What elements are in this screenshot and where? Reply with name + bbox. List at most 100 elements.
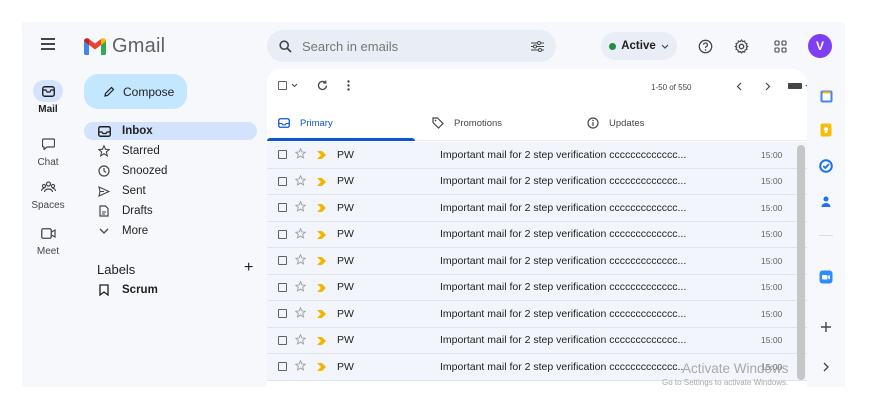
email-subject: Important mail for 2 step verification c… <box>440 175 687 188</box>
tab-updates[interactable]: Updates <box>587 105 644 141</box>
email-sender: PW <box>337 175 354 188</box>
inbox-icon <box>278 118 290 128</box>
important-marker-icon[interactable] <box>317 203 326 215</box>
email-row[interactable]: PW Important mail for 2 step verification… <box>267 168 807 195</box>
apps-grid-icon[interactable] <box>770 36 790 56</box>
search-icon[interactable] <box>279 39 292 53</box>
label-name: Scrum <box>122 284 158 296</box>
email-time: 15:00 <box>761 255 783 266</box>
star-icon[interactable] <box>294 306 307 321</box>
refresh-icon[interactable] <box>317 80 328 91</box>
row-checkbox[interactable] <box>278 309 287 319</box>
calendar-icon[interactable] <box>818 88 834 104</box>
star-icon[interactable] <box>294 333 307 348</box>
scrollbar[interactable] <box>797 145 805 380</box>
label-item-scrum[interactable]: Scrum <box>84 281 257 299</box>
rail-label: Mail <box>38 104 58 115</box>
active-tab-indicator <box>267 138 415 141</box>
email-list: PW Important mail for 2 step verification… <box>267 142 807 381</box>
input-tools-icon[interactable] <box>788 83 807 89</box>
star-icon[interactable] <box>294 280 307 295</box>
gmail-logo[interactable]: Gmail <box>84 35 165 58</box>
nav-starred[interactable]: Starred <box>84 142 257 160</box>
email-row[interactable]: PW Important mail for 2 step verification… <box>267 274 807 301</box>
important-marker-icon[interactable] <box>317 336 326 348</box>
tab-primary[interactable]: Primary <box>278 105 333 141</box>
tab-label: Promotions <box>454 117 503 129</box>
account-avatar[interactable]: V <box>808 34 832 58</box>
email-row[interactable]: PW Important mail for 2 step verification… <box>267 301 807 328</box>
search-options-icon[interactable] <box>531 40 544 52</box>
nav-label: Snoozed <box>122 165 168 177</box>
zoom-app-icon[interactable] <box>818 269 834 285</box>
email-time: 15:00 <box>761 308 783 319</box>
status-selector[interactable]: Active <box>601 32 677 60</box>
email-row[interactable]: PW Important mail for 2 step verification… <box>267 327 807 354</box>
rail-spaces[interactable]: Spaces <box>22 176 74 211</box>
compose-button[interactable]: Compose <box>84 74 187 109</box>
email-row[interactable]: PW Important mail for 2 step verification… <box>267 195 807 222</box>
nav-more[interactable]: More <box>84 222 257 240</box>
row-checkbox[interactable] <box>278 176 287 186</box>
add-addon-icon[interactable] <box>818 319 834 335</box>
row-checkbox[interactable] <box>278 256 287 266</box>
important-marker-icon[interactable] <box>317 283 326 295</box>
nav-sent[interactable]: Sent <box>84 182 257 200</box>
mail-list-panel: 1-50 of 550 Primary Promotions Updates P… <box>267 69 807 387</box>
row-checkbox[interactable] <box>278 150 287 160</box>
email-row[interactable]: PW Important mail for 2 step verification… <box>267 142 807 169</box>
row-checkbox[interactable] <box>278 229 287 239</box>
help-icon[interactable] <box>695 36 715 56</box>
nav-inbox[interactable]: Inbox <box>84 122 257 140</box>
main-menu-button[interactable] <box>41 38 55 50</box>
more-options-icon[interactable] <box>347 80 350 91</box>
important-marker-icon[interactable] <box>317 362 326 374</box>
row-checkbox[interactable] <box>278 335 287 345</box>
search-input[interactable] <box>302 38 512 54</box>
important-marker-icon[interactable] <box>317 256 326 268</box>
row-checkbox[interactable] <box>278 203 287 213</box>
send-icon <box>96 185 112 197</box>
email-time: 15:00 <box>761 335 783 346</box>
tab-label: Updates <box>609 117 645 129</box>
select-all-checkbox[interactable] <box>278 81 298 90</box>
star-icon[interactable] <box>294 174 307 189</box>
nav-label: More <box>122 225 149 237</box>
email-row[interactable]: PW Important mail for 2 step verification… <box>267 221 807 248</box>
row-checkbox[interactable] <box>278 282 287 292</box>
star-icon[interactable] <box>294 147 307 162</box>
keep-icon[interactable] <box>818 122 834 138</box>
chevron-down-icon <box>805 84 807 87</box>
tab-label: Primary <box>300 117 333 129</box>
next-page-icon[interactable] <box>765 82 771 91</box>
add-label-button[interactable]: + <box>244 259 253 277</box>
expand-panel-icon[interactable] <box>818 359 834 375</box>
previous-page-icon[interactable] <box>736 82 742 91</box>
nav-drafts[interactable]: Drafts <box>84 202 257 220</box>
email-time: 15:00 <box>761 229 783 240</box>
row-checkbox[interactable] <box>278 362 287 372</box>
rail-chat[interactable]: Chat <box>22 133 74 168</box>
email-sender: PW <box>337 307 354 320</box>
star-icon[interactable] <box>294 253 307 268</box>
contacts-icon[interactable] <box>818 193 834 209</box>
rail-mail[interactable]: Mail <box>22 80 74 115</box>
search-bar[interactable] <box>267 30 556 62</box>
important-marker-icon[interactable] <box>317 177 326 189</box>
star-icon[interactable] <box>294 359 307 374</box>
nav-snoozed[interactable]: Snoozed <box>84 162 257 180</box>
pencil-icon <box>104 86 115 97</box>
email-time: 15:00 <box>761 282 783 293</box>
tab-promotions[interactable]: Promotions <box>432 105 502 141</box>
important-marker-icon[interactable] <box>317 230 326 242</box>
important-marker-icon[interactable] <box>317 150 326 162</box>
tasks-icon[interactable] <box>818 158 834 174</box>
rail-meet[interactable]: Meet <box>22 222 74 257</box>
email-row[interactable]: PW Important mail for 2 step verification… <box>267 248 807 275</box>
star-icon[interactable] <box>294 200 307 215</box>
important-marker-icon[interactable] <box>317 309 326 321</box>
star-icon[interactable] <box>294 227 307 242</box>
settings-gear-icon[interactable] <box>731 36 751 56</box>
clock-icon <box>96 165 112 177</box>
labels-heading: Labels <box>97 262 136 277</box>
